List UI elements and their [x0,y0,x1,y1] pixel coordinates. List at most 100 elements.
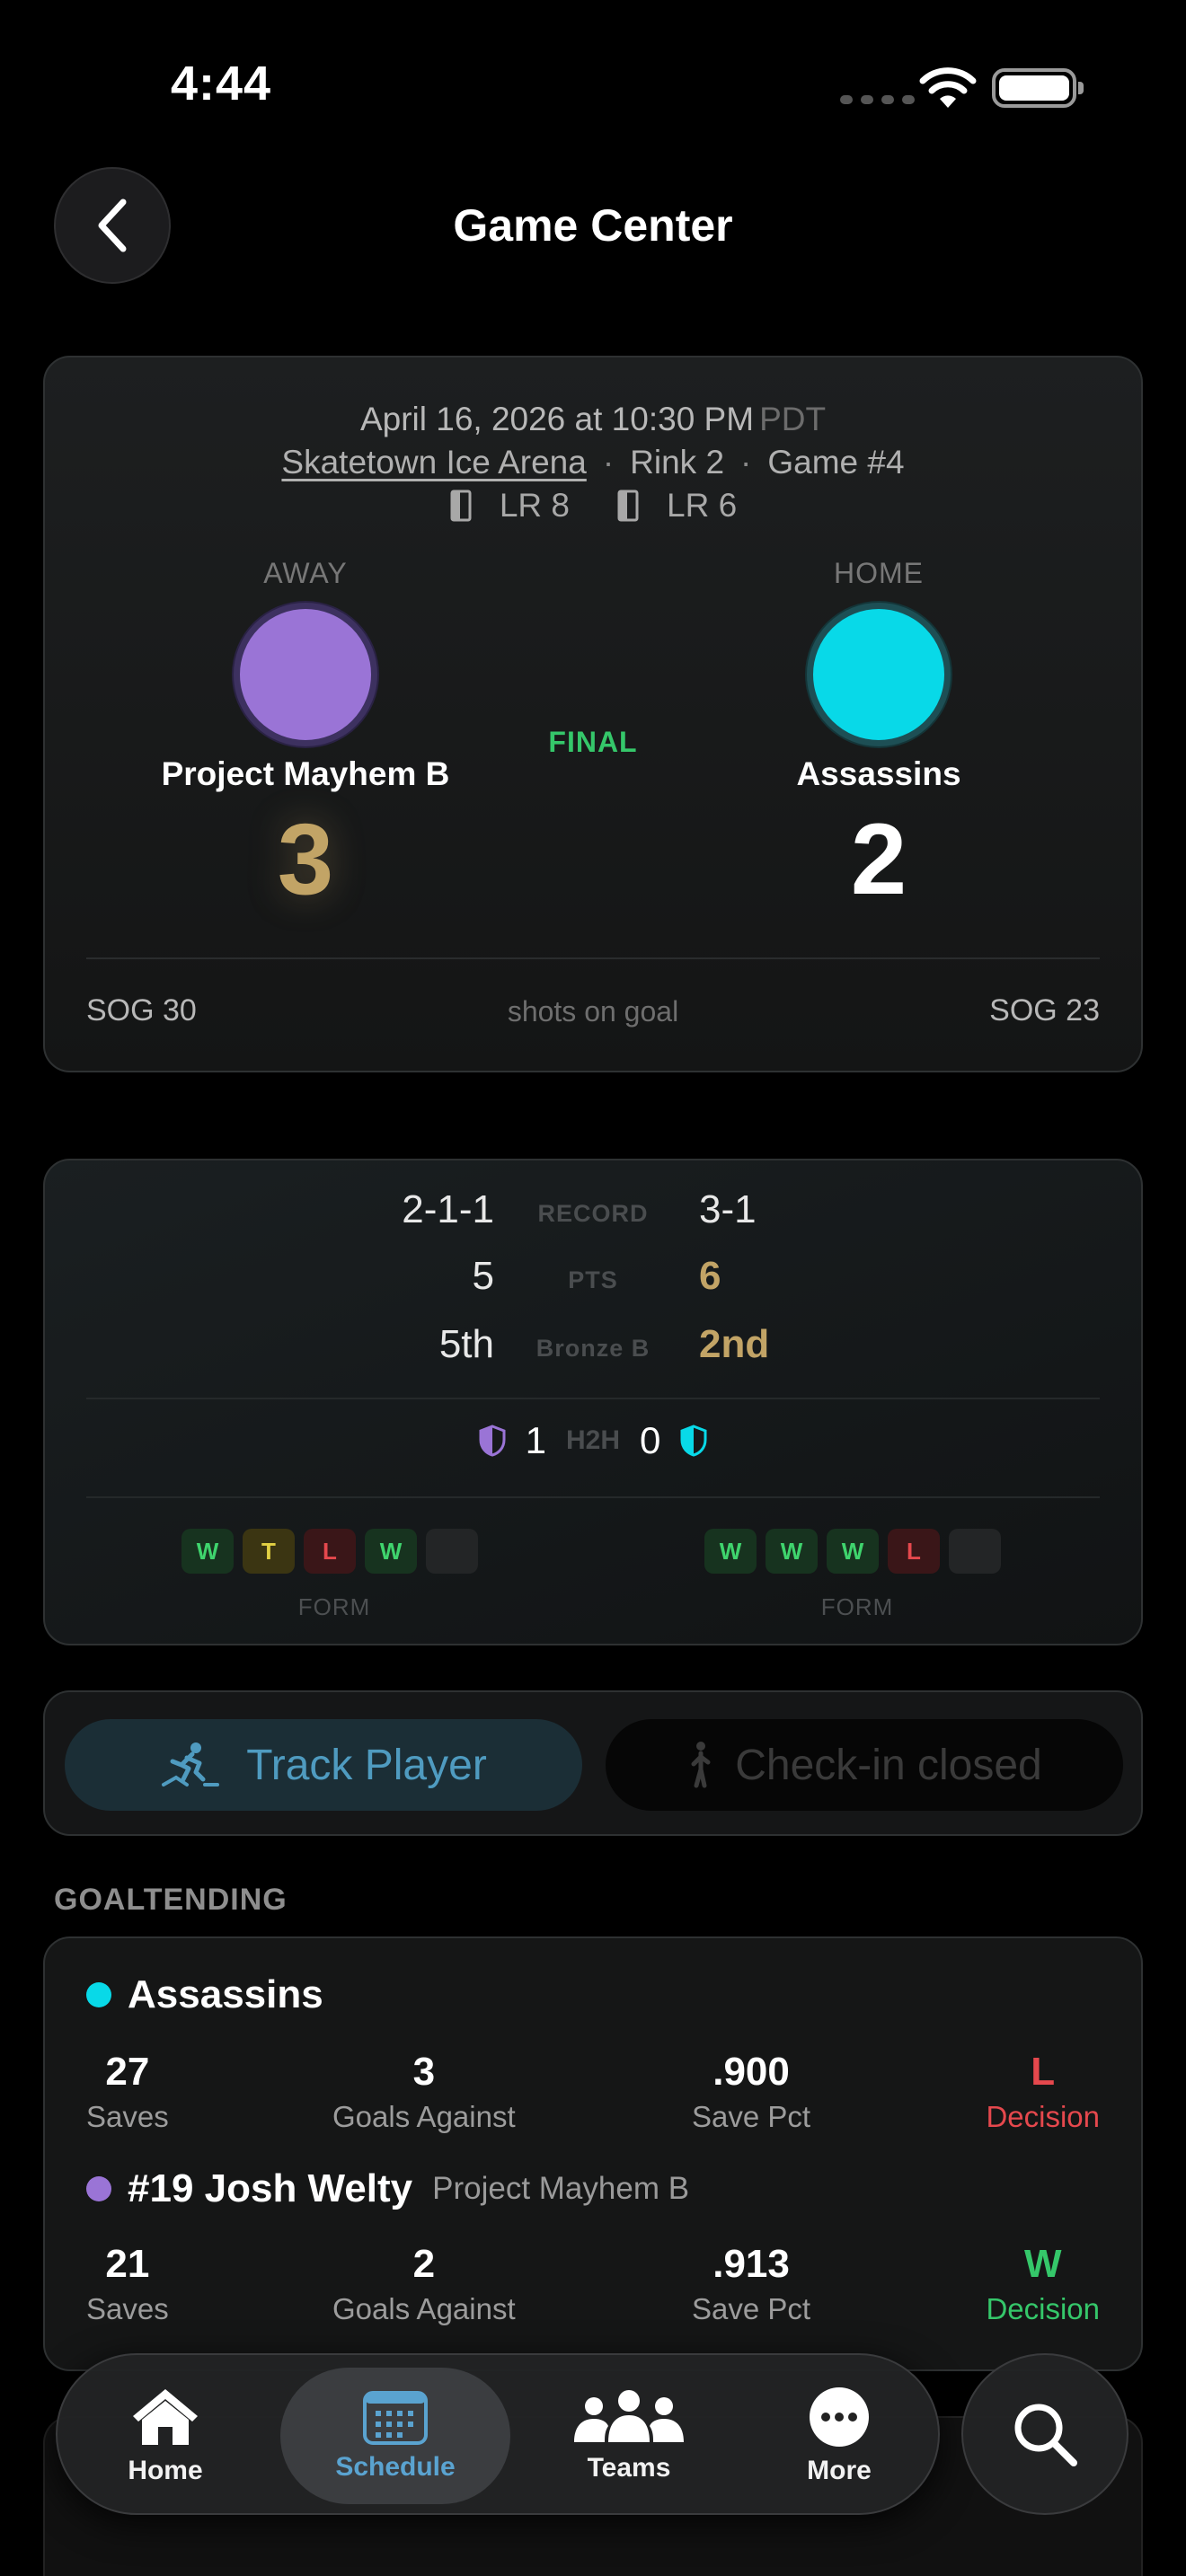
search-icon [1014,2404,1077,2466]
saves-value: 21 [105,2242,150,2286]
goals-against-label: Goals Against [332,2100,516,2133]
matchup-card: 2-1-1 RECORD 3-1 5 PTS 6 5th Bronze B 2n… [43,1159,1143,1645]
away-form: W T L W FORM [181,1529,487,1621]
decision-stat: W Decision [986,2242,1100,2326]
tab-schedule-label: Schedule [335,2452,456,2482]
home-locker-label: LR 6 [667,487,738,524]
rink-label: Rink 2 [630,444,725,481]
game-timezone: PDT [759,401,827,437]
home-team-name: Assassins [796,755,961,792]
form-label: FORM [820,1593,894,1620]
away-h2h-wins: 1 [525,1419,546,1461]
home-team-score: 2 [850,803,907,915]
venue-link[interactable]: Skatetown Ice Arena [281,444,586,481]
save-pct-label: Save Pct [692,2100,811,2133]
division-label: Bronze B [535,1335,651,1362]
check-in-button[interactable]: Check-in closed [606,1719,1123,1811]
saves-label: Saves [86,2100,169,2133]
goalie-name[interactable]: #19 Josh Welty [128,2166,412,2211]
locker-rooms: LR 8 LR 6 [45,487,1141,525]
form-pill: L [888,1529,940,1574]
tab-more[interactable]: More [749,2368,929,2504]
track-player-button[interactable]: Track Player [65,1719,582,1811]
away-team-name: Project Mayhem B [161,755,450,792]
form-pill-empty [949,1529,1001,1574]
status-bar: 4:44 [0,0,1186,171]
away-team-logo [234,603,377,746]
shots-on-goal-label: shots on goal [507,995,679,1028]
home-points: 6 [699,1254,721,1298]
calendar-icon [363,2391,428,2445]
head-to-head: 1 H2H 0 [45,1419,1141,1462]
away-side-label: AWAY [263,557,348,589]
away-locker-room: LR 8 [449,487,570,525]
save-pct-label: Save Pct [692,2292,811,2325]
goalie-team: Project Mayhem B [432,2171,690,2206]
cellular-signal-icon [840,95,915,104]
home-team[interactable]: HOME Assassins 2 [717,557,1040,910]
home-h2h-wins: 0 [640,1419,661,1461]
goals-against-label: Goals Against [332,2292,516,2325]
home-team-logo [807,603,951,746]
form-pill: W [181,1529,234,1574]
save-pct-value: .900 [712,2050,790,2094]
saves-stat: 21 Saves [86,2242,169,2326]
house-icon [133,2389,198,2445]
venue-line: Skatetown Ice Arena · Rink 2 · Game #4 [281,444,905,481]
goals-against-stat: 3 Goals Against [332,2050,516,2134]
door-icon [617,490,639,522]
goals-against-stat: 2 Goals Against [332,2242,516,2326]
decision-label: Decision [986,2100,1100,2133]
decision-label: Decision [986,2292,1100,2325]
form-pill-empty [426,1529,478,1574]
check-in-label: Check-in closed [735,1741,1042,1789]
wifi-icon [919,67,977,108]
form-pill: T [243,1529,295,1574]
divider [86,1496,1100,1498]
goaltending-card: Assassins 27 Saves 3 Goals Against .900 … [43,1936,1143,2371]
goalie-stats-row: 21 Saves 2 Goals Against .913 Save Pct W… [45,2242,1141,2332]
game-date-text: April 16, 2026 at 10:30 PM [359,401,755,437]
home-side-label: HOME [834,557,924,589]
people-icon [574,2390,684,2442]
search-button[interactable] [961,2353,1128,2515]
form-label: FORM [297,1593,371,1620]
tab-schedule[interactable]: Schedule [280,2368,510,2504]
tab-home[interactable]: Home [75,2368,255,2504]
saves-label: Saves [86,2292,169,2325]
points-row: 5 PTS 6 [45,1254,1141,1308]
home-form: W W W L FORM [704,1529,1010,1621]
game-datetime: April 16, 2026 at 10:30 PM PDT [45,401,1141,438]
h2h-label: H2H [565,1425,620,1455]
save-pct-value: .913 [712,2242,790,2286]
home-rank: 2nd [699,1322,770,1366]
status-time: 4:44 [171,57,272,110]
saves-value: 27 [105,2050,150,2094]
goalie-entry-header: #19 Josh Welty Project Mayhem B [86,2166,689,2211]
goals-against-value: 2 [412,2242,436,2286]
battery-icon [992,68,1084,108]
goalie-entry-header: Assassins [86,1972,343,2017]
tab-teams[interactable]: Teams [539,2368,719,2504]
divider [86,1398,1100,1399]
away-shield-icon [479,1425,506,1457]
form-pill: W [365,1529,417,1574]
form-pill: L [304,1529,356,1574]
game-summary-card: April 16, 2026 at 10:30 PM PDT Skatetown … [43,356,1143,1072]
home-shield-icon [680,1425,707,1457]
game-number: Game #4 [767,444,905,481]
tab-bar: Home Schedule Teams More [56,2353,940,2515]
decision-stat: L Decision [986,2050,1100,2134]
person-standing-icon [691,1742,711,1788]
page-title: Game Center [453,200,733,251]
points-label: PTS [568,1266,618,1293]
save-pct-stat: .913 Save Pct [692,2242,810,2326]
goaltending-section-title: GOALTENDING [54,1883,288,1917]
record-row: 2-1-1 RECORD 3-1 [45,1187,1141,1241]
away-team-score: 3 [277,803,334,915]
form-pill: W [766,1529,818,1574]
tab-home-label: Home [128,2456,203,2485]
track-player-label: Track Player [246,1741,487,1789]
team-color-dot [86,2176,111,2201]
form-pill: W [704,1529,757,1574]
